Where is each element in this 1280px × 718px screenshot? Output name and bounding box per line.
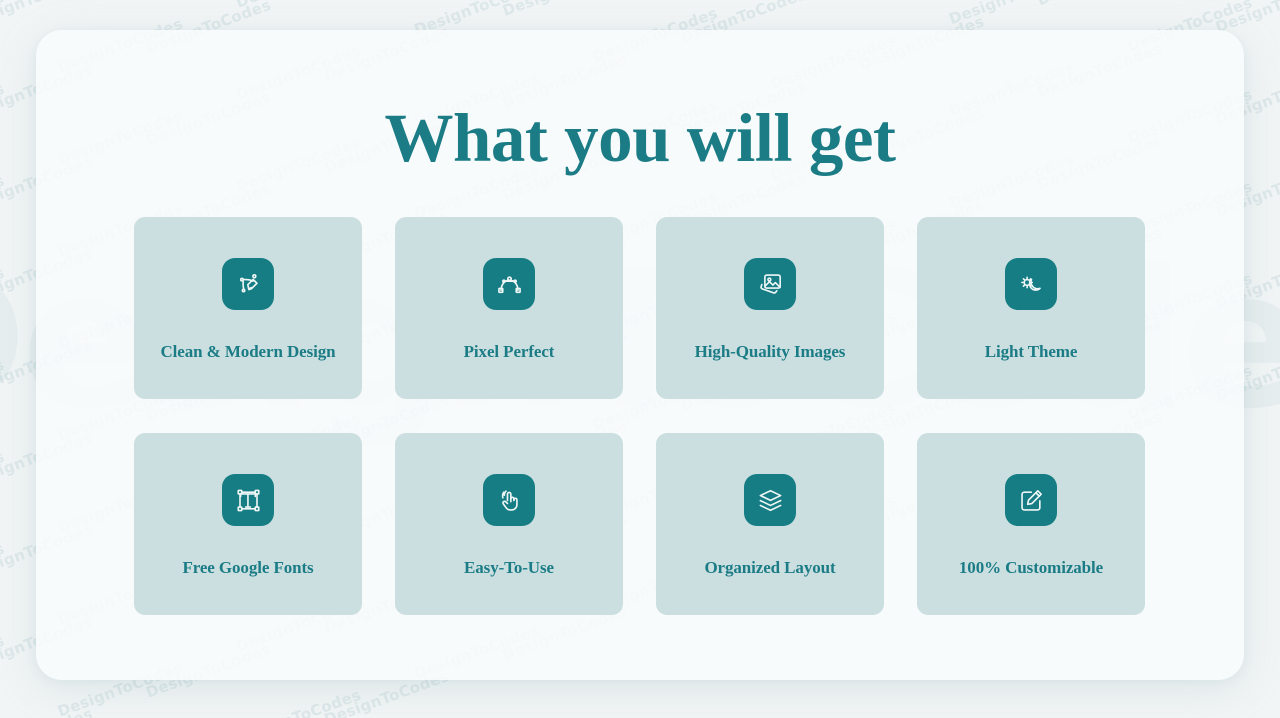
page-content: What you will get Clean & Modern Design … [0, 0, 1280, 718]
feature-card[interactable]: Light Theme [917, 217, 1145, 399]
feature-card-label: Free Google Fonts [182, 558, 314, 577]
feature-card[interactable]: Easy-To-Use [395, 433, 623, 615]
feature-card-label: Clean & Modern Design [160, 342, 336, 361]
feature-card[interactable]: Free Google Fonts [134, 433, 362, 615]
feature-card-label: Organized Layout [704, 558, 836, 577]
page-title: What you will get [384, 100, 896, 176]
feature-card[interactable]: 100% Customizable [917, 433, 1145, 615]
image-stack-icon [744, 258, 796, 310]
pen-tool-icon [222, 258, 274, 310]
features-grid: Clean & Modern Design Pixel Perfect High… [134, 217, 1146, 615]
layers-icon [744, 474, 796, 526]
feature-card-label: Pixel Perfect [463, 342, 555, 361]
feature-card[interactable]: Pixel Perfect [395, 217, 623, 399]
tap-hand-icon [483, 474, 535, 526]
feature-card[interactable]: High-Quality Images [656, 217, 884, 399]
bezier-curve-icon [483, 258, 535, 310]
feature-card-label: Light Theme [984, 342, 1078, 361]
feature-card-label: 100% Customizable [958, 558, 1104, 577]
feature-card-label: High-Quality Images [694, 342, 846, 361]
sun-moon-icon [1005, 258, 1057, 310]
text-box-icon [222, 474, 274, 526]
feature-card[interactable]: Clean & Modern Design [134, 217, 362, 399]
edit-square-icon [1005, 474, 1057, 526]
feature-card[interactable]: Organized Layout [656, 433, 884, 615]
feature-card-label: Easy-To-Use [464, 558, 554, 577]
